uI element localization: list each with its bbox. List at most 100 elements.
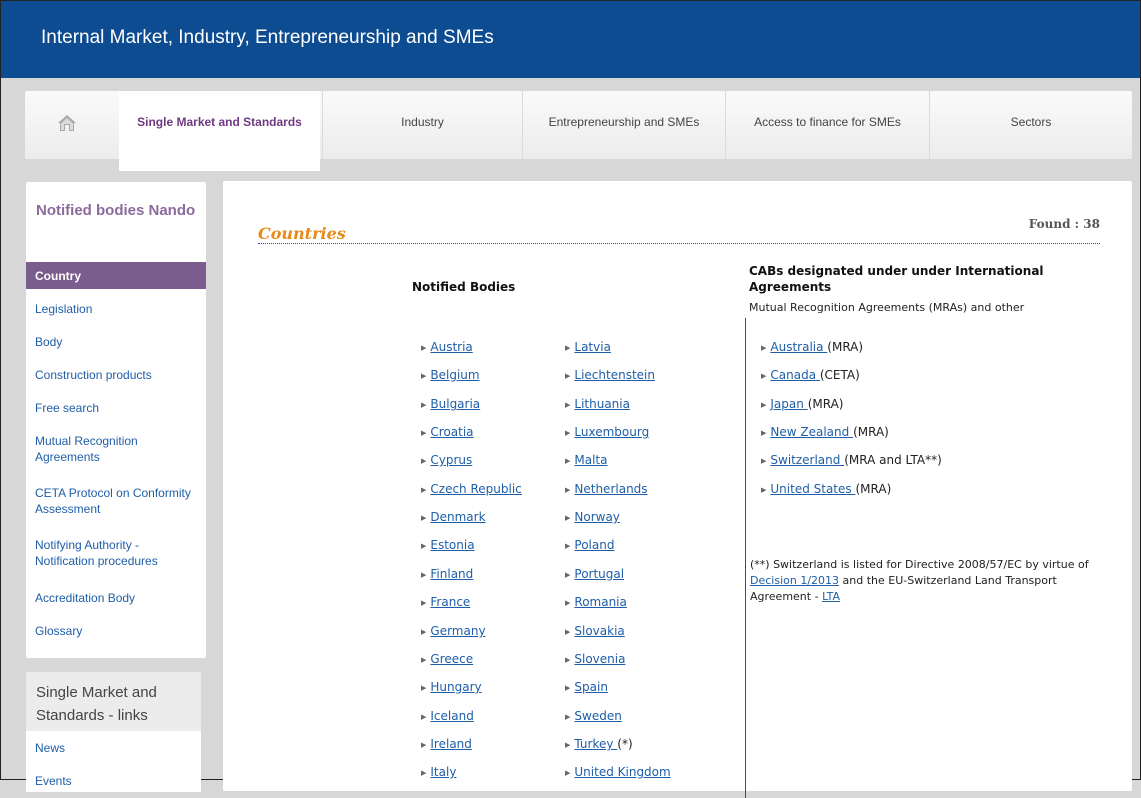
cab-country-link[interactable]: New Zealand	[770, 425, 853, 439]
country-link[interactable]: Germany	[430, 624, 485, 638]
country-link[interactable]: United Kingdom	[574, 765, 670, 779]
nav-single-market[interactable]: Single Market and Standards	[119, 91, 320, 171]
bullet-arrow-icon: ▶	[761, 401, 767, 409]
country-item: ▶ France	[421, 595, 470, 609]
country-item: ▶ United Kingdom	[565, 765, 671, 779]
cab-header: CABs designated under under Internationa…	[749, 264, 1044, 294]
bullet-arrow-icon: ▶	[565, 514, 571, 522]
sidebar-link-news[interactable]: News	[26, 740, 206, 756]
country-link[interactable]: Poland	[574, 538, 614, 552]
nav-entrepreneurship[interactable]: Entrepreneurship and SMEs	[522, 91, 725, 159]
country-link[interactable]: Sweden	[574, 709, 621, 723]
sidebar-item-legislation[interactable]: Legislation	[26, 301, 206, 317]
country-note: (*)	[617, 737, 633, 751]
country-item: ▶ Bulgaria	[421, 397, 480, 411]
country-link[interactable]: Belgium	[430, 368, 479, 382]
country-item: ▶ Lithuania	[565, 397, 630, 411]
nav-sectors[interactable]: Sectors	[929, 91, 1132, 159]
home-icon	[58, 115, 76, 131]
bullet-arrow-icon: ▶	[421, 599, 427, 607]
lta-link[interactable]: LTA	[822, 590, 840, 603]
country-link[interactable]: Denmark	[430, 510, 485, 524]
country-item: ▶ Slovenia	[565, 652, 625, 666]
country-link[interactable]: Portugal	[574, 567, 624, 581]
country-link[interactable]: Turkey	[574, 737, 617, 751]
bullet-arrow-icon: ▶	[761, 429, 767, 437]
country-link[interactable]: Hungary	[430, 680, 481, 694]
cab-item: ▶ Switzerland (MRA and LTA**)	[761, 453, 942, 467]
country-link[interactable]: Luxembourg	[574, 425, 649, 439]
country-link[interactable]: Croatia	[430, 425, 473, 439]
cab-country-link[interactable]: United States	[770, 482, 855, 496]
switzerland-footnote: (**) Switzerland is listed for Directive…	[750, 557, 1095, 605]
country-item: ▶ Croatia	[421, 425, 474, 439]
country-link[interactable]: Iceland	[430, 709, 473, 723]
sidebar-item-accreditation-body[interactable]: Accreditation Body	[26, 590, 206, 606]
country-link[interactable]: Liechtenstein	[574, 368, 655, 382]
sidebar-item-notifying-authority[interactable]: Notifying Authority - Notification proce…	[26, 537, 201, 569]
country-link[interactable]: Spain	[574, 680, 608, 694]
country-link[interactable]: Netherlands	[574, 482, 647, 496]
sidebar-item-glossary[interactable]: Glossary	[26, 623, 206, 639]
cab-item: ▶ New Zealand (MRA)	[761, 425, 889, 439]
sidebar-item-country[interactable]: Country	[26, 262, 206, 289]
bullet-arrow-icon: ▶	[565, 741, 571, 749]
bullet-arrow-icon: ▶	[565, 656, 571, 664]
cab-country-link[interactable]: Canada	[770, 368, 819, 382]
agreement-type: (MRA)	[827, 340, 864, 354]
decision-link[interactable]: Decision 1/2013	[750, 574, 839, 587]
nav-home[interactable]	[25, 91, 119, 159]
bullet-arrow-icon: ▶	[421, 344, 427, 352]
cab-country-link[interactable]: Switzerland	[770, 453, 844, 467]
column-divider	[745, 318, 746, 798]
country-link[interactable]: Greece	[430, 652, 473, 666]
country-item: ▶ Romania	[565, 595, 627, 609]
agreement-type: (CETA)	[819, 368, 860, 382]
country-link[interactable]: Malta	[574, 453, 607, 467]
notified-bodies-header: Notified Bodies	[412, 280, 516, 294]
cab-country-link[interactable]: Australia	[770, 340, 827, 354]
sidebar-item-mra[interactable]: Mutual Recognition Agreements	[26, 433, 176, 465]
agreement-type: (MRA)	[853, 425, 889, 439]
bullet-arrow-icon: ▶	[421, 457, 427, 465]
country-link[interactable]: Romania	[574, 595, 626, 609]
country-link[interactable]: Latvia	[574, 340, 611, 354]
bullet-arrow-icon: ▶	[565, 457, 571, 465]
country-link[interactable]: Estonia	[430, 538, 474, 552]
sidebar-item-body[interactable]: Body	[26, 334, 206, 350]
country-link[interactable]: Lithuania	[574, 397, 630, 411]
agreement-type: (MRA)	[807, 397, 844, 411]
sidebar-item-construction-products[interactable]: Construction products	[26, 367, 206, 383]
country-link[interactable]: Italy	[430, 765, 456, 779]
bullet-arrow-icon: ▶	[761, 372, 767, 380]
bullet-arrow-icon: ▶	[565, 542, 571, 550]
site-header-banner: Internal Market, Industry, Entrepreneurs…	[1, 1, 1140, 78]
country-link[interactable]: Austria	[430, 340, 472, 354]
cab-country-link[interactable]: Japan	[770, 397, 807, 411]
country-item: ▶ Greece	[421, 652, 473, 666]
country-link[interactable]: Bulgaria	[430, 397, 480, 411]
country-link[interactable]: Czech Republic	[430, 482, 521, 496]
bullet-arrow-icon: ▶	[565, 684, 571, 692]
nav-industry[interactable]: Industry	[322, 91, 522, 159]
country-link[interactable]: Slovakia	[574, 624, 624, 638]
country-item: ▶ Slovakia	[565, 624, 625, 638]
country-item: ▶ Spain	[565, 680, 608, 694]
nav-access-finance[interactable]: Access to finance for SMEs	[725, 91, 929, 159]
bullet-arrow-icon: ▶	[565, 571, 571, 579]
country-item: ▶ Poland	[565, 538, 614, 552]
country-link[interactable]: Cyprus	[430, 453, 472, 467]
country-link[interactable]: Slovenia	[574, 652, 625, 666]
sidebar-link-events[interactable]: Events	[26, 773, 206, 789]
country-item: ▶ Hungary	[421, 680, 482, 694]
country-link[interactable]: France	[430, 595, 470, 609]
sidebar-item-ceta[interactable]: CETA Protocol on Conformity Assessment	[26, 485, 201, 517]
bullet-arrow-icon: ▶	[565, 372, 571, 380]
sidebar-item-free-search[interactable]: Free search	[26, 400, 206, 416]
cab-item: ▶ Japan (MRA)	[761, 397, 843, 411]
country-link[interactable]: Finland	[430, 567, 473, 581]
bullet-arrow-icon: ▶	[565, 401, 571, 409]
country-link[interactable]: Norway	[574, 510, 620, 524]
country-link[interactable]: Ireland	[430, 737, 472, 751]
bullet-arrow-icon: ▶	[421, 684, 427, 692]
